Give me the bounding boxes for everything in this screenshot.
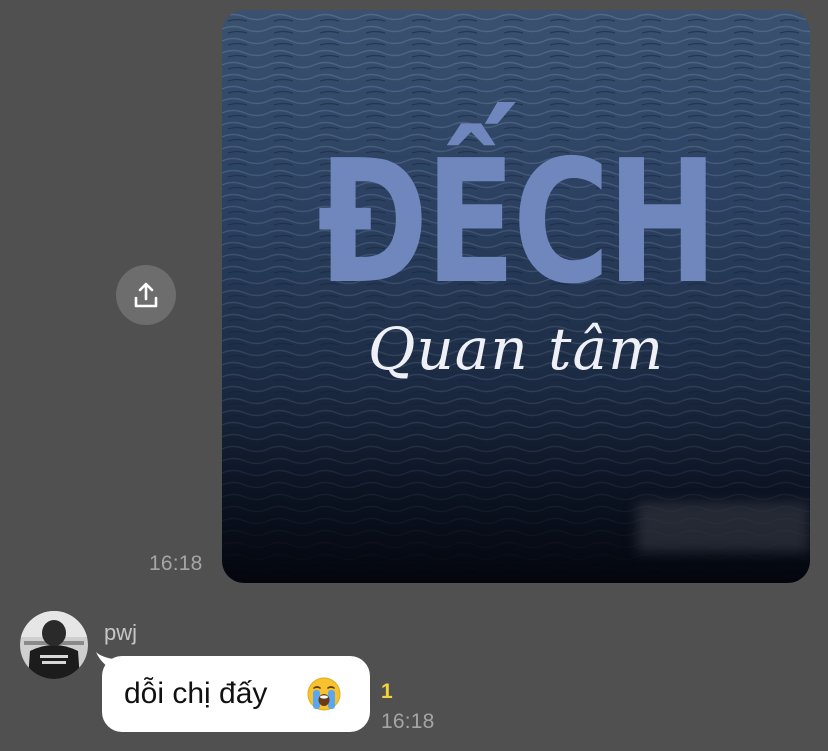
share-icon	[131, 280, 161, 310]
share-button[interactable]	[116, 265, 176, 325]
sent-timestamp: 16:18	[149, 552, 203, 575]
received-timestamp: 16:18	[381, 710, 435, 733]
image-message[interactable]: ĐẾCH Quan tâm	[222, 10, 810, 583]
message-text: dỗi chị đấy	[124, 677, 268, 710]
unread-count-badge: 1	[381, 680, 393, 703]
image-title-text: ĐẾCH	[317, 124, 718, 322]
loudly-crying-face-icon	[307, 677, 341, 711]
image-blur-region	[637, 502, 809, 552]
image-subtitle-text: Quan tâm	[367, 315, 665, 383]
sender-name: pwj	[104, 620, 138, 645]
sender-avatar[interactable]	[20, 611, 88, 679]
